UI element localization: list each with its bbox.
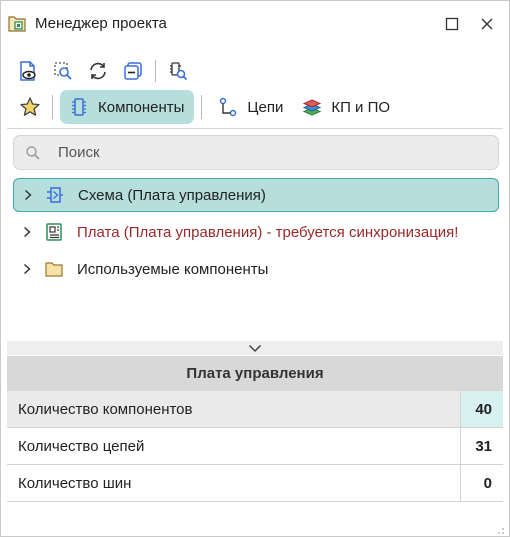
resize-grip-icon[interactable] (495, 522, 505, 534)
chevron-right-icon[interactable] (21, 262, 33, 276)
title-bar: Менеджер проекта (1, 1, 509, 47)
properties-panel: Плата управления Количество компонентов … (7, 356, 503, 502)
search-icon (24, 144, 42, 162)
property-value: 40 (461, 391, 503, 427)
show-document-button[interactable] (15, 58, 41, 84)
project-manager-window: Менеджер проекта Компоненты Цепи КП и ПО… (0, 0, 510, 537)
refresh-icon (90, 62, 106, 80)
favorites-button[interactable] (15, 92, 45, 122)
tab-components-label: Компоненты (98, 98, 185, 116)
tabs-divider (201, 95, 203, 119)
search-box[interactable] (13, 135, 499, 170)
toolbar-separator (7, 128, 503, 129)
collapse-button[interactable] (120, 58, 146, 84)
tree-item-label: Схема (Плата управления) (78, 186, 266, 204)
tab-pads-and-software-label: КП и ПО (331, 98, 391, 116)
tree-item-label: Плата (Плата управления) - требуется син… (77, 223, 459, 241)
close-icon (481, 18, 493, 30)
maximize-icon (445, 17, 459, 31)
tree-item-label: Используемые компоненты (77, 260, 269, 278)
tree-item-used-components[interactable]: Используемые компоненты (13, 252, 499, 286)
star-icon (20, 97, 40, 116)
panel-splitter[interactable] (7, 341, 503, 355)
chevron-right-icon[interactable] (22, 188, 34, 202)
pcb-icon (43, 221, 65, 243)
property-value: 0 (483, 474, 492, 492)
properties-header: Плата управления (7, 356, 503, 391)
property-name: Количество компонентов (7, 391, 461, 427)
project-manager-icon (7, 14, 27, 34)
find-component-icon (170, 62, 188, 81)
schematic-icon (44, 184, 66, 206)
find-component-button[interactable] (165, 58, 191, 84)
refresh-button[interactable] (85, 58, 111, 84)
close-button[interactable] (476, 13, 498, 35)
tabs-divider (52, 95, 53, 119)
property-name: Количество шин (7, 465, 461, 501)
window-title: Менеджер проекта (35, 15, 167, 32)
toolbar-divider (155, 60, 156, 82)
tab-components[interactable]: Компоненты (60, 90, 195, 124)
property-row[interactable]: Количество шин 0 (7, 465, 503, 502)
maximize-button[interactable] (441, 13, 463, 35)
tree-item-schematic[interactable]: Схема (Плата управления) (13, 178, 499, 212)
net-icon (217, 96, 239, 118)
chevron-right-icon[interactable] (21, 225, 33, 239)
property-row[interactable]: Количество цепей 31 (7, 428, 503, 465)
component-chip-icon (68, 96, 90, 118)
tab-nets-label: Цепи (247, 98, 284, 116)
folder-icon (43, 258, 65, 280)
tab-nets[interactable]: Цепи (209, 90, 293, 124)
select-region-icon (54, 62, 72, 80)
top-toolbar (15, 58, 200, 84)
collapse-icon (124, 62, 142, 80)
select-region-button[interactable] (50, 58, 76, 84)
property-row[interactable]: Количество компонентов 40 (7, 391, 503, 428)
layers-icon (301, 96, 323, 118)
chevron-down-icon (248, 344, 262, 352)
tree-item-pcb[interactable]: Плата (Плата управления) - требуется син… (13, 215, 499, 249)
search-input[interactable] (58, 144, 478, 161)
view-tabs-bar: Компоненты Цепи КП и ПО (15, 90, 400, 124)
property-value: 31 (475, 437, 492, 455)
tab-pads-and-software[interactable]: КП и ПО (293, 90, 400, 124)
show-document-icon (20, 61, 36, 81)
property-name: Количество цепей (7, 428, 461, 464)
